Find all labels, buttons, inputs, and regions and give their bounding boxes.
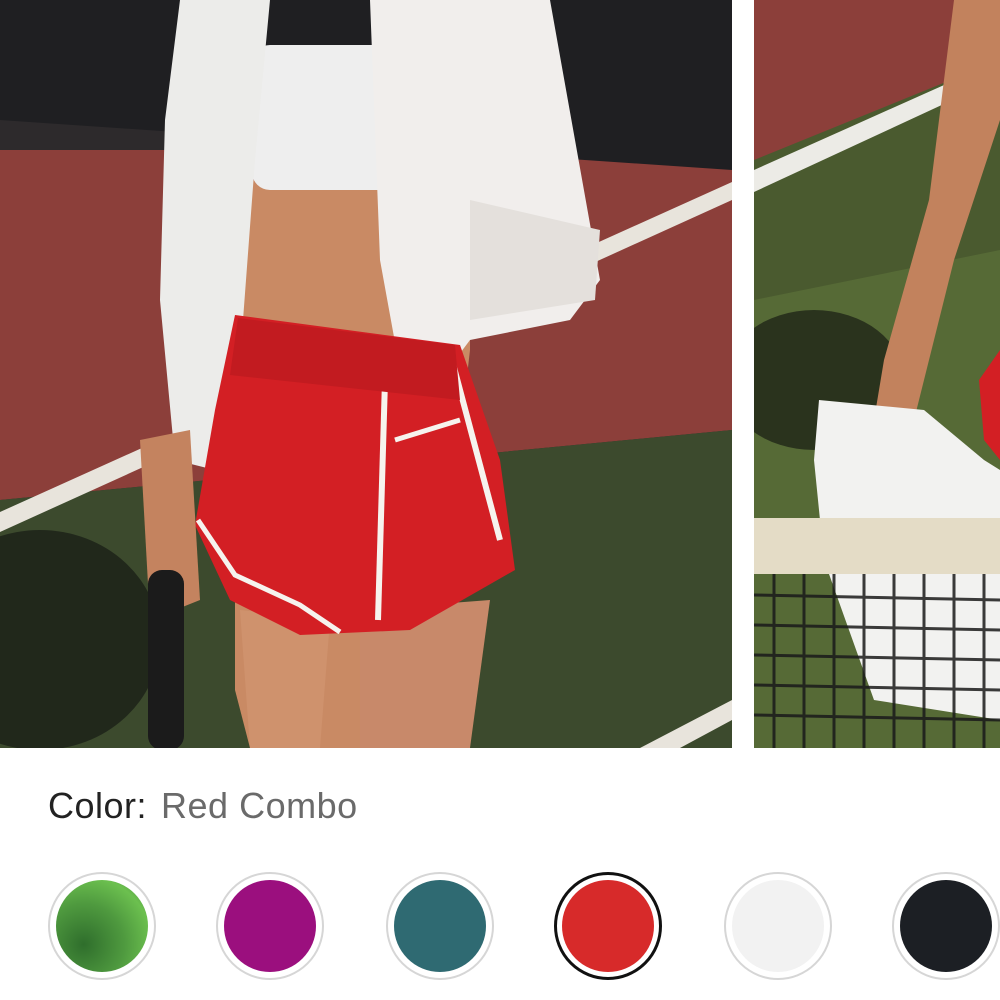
product-page: Color: Red Combo	[0, 0, 1000, 1000]
swatch-color-fill	[394, 880, 486, 972]
color-swatch-red-combo[interactable]	[554, 872, 662, 980]
product-image-secondary[interactable]	[754, 0, 1000, 748]
color-selector-header: Color: Red Combo	[48, 782, 358, 830]
color-swatch-teal[interactable]	[386, 872, 494, 980]
color-swatch-white[interactable]	[724, 872, 832, 980]
swatch-color-fill	[732, 880, 824, 972]
swatch-color-fill	[56, 880, 148, 972]
swatch-color-fill	[562, 880, 654, 972]
product-image-gallery[interactable]	[0, 0, 1000, 748]
color-swatch-green[interactable]	[48, 872, 156, 980]
swatch-color-fill	[900, 880, 992, 972]
color-label: Color:	[48, 785, 148, 826]
selected-color-name: Red Combo	[161, 785, 358, 826]
model-net-photo	[754, 0, 1000, 748]
swatch-color-fill	[224, 880, 316, 972]
color-swatch-magenta[interactable]	[216, 872, 324, 980]
color-swatch-list	[0, 872, 1000, 986]
product-image-main[interactable]	[0, 0, 732, 748]
model-front-photo	[0, 0, 732, 748]
color-swatch-black[interactable]	[892, 872, 1000, 980]
